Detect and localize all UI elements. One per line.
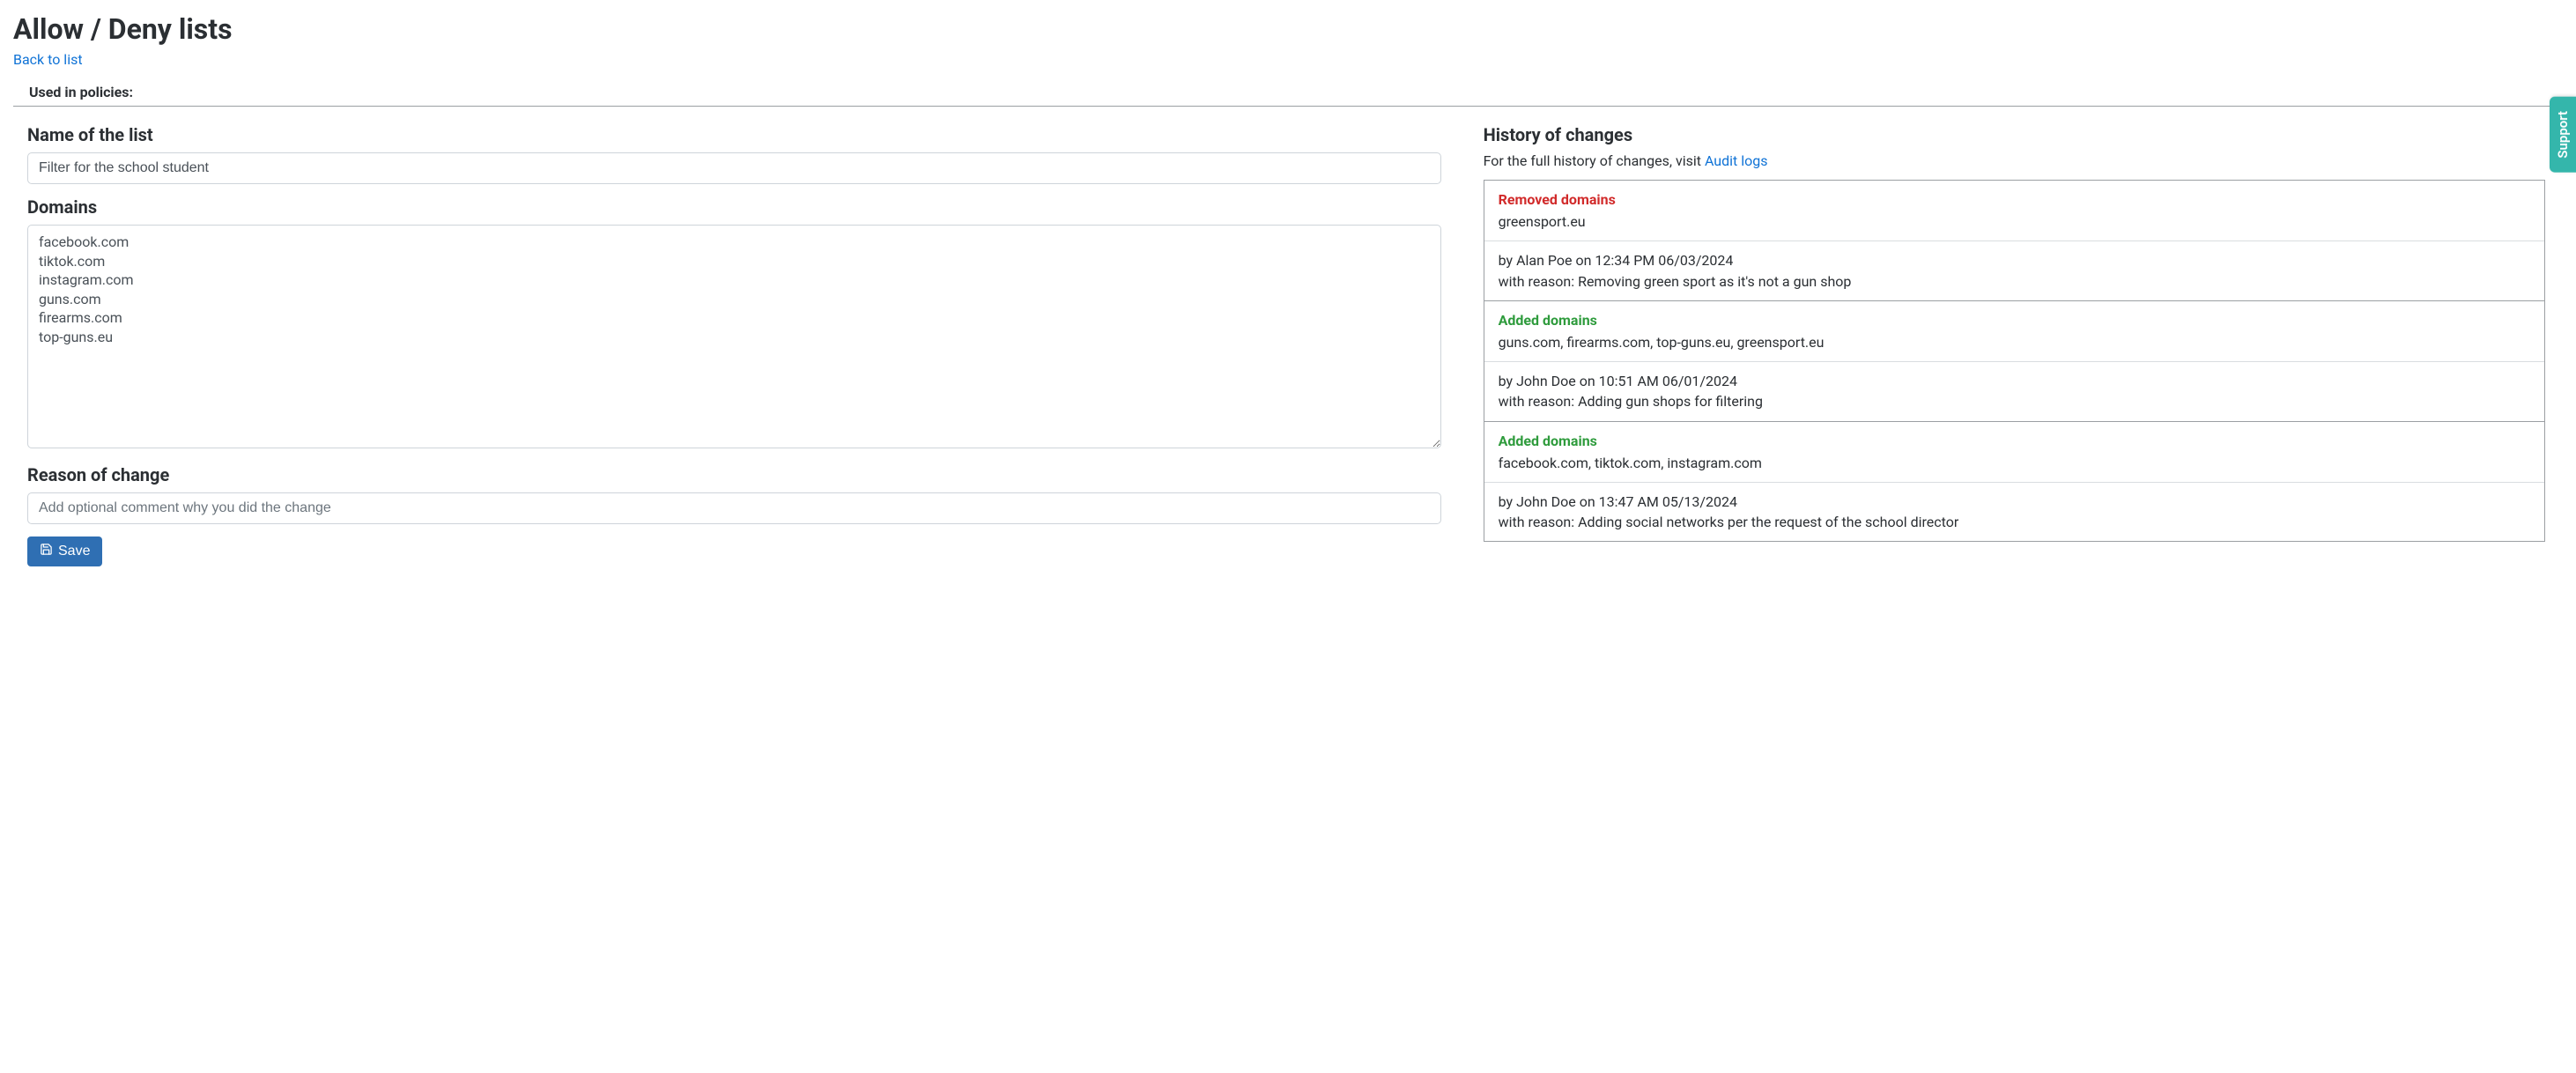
history-heading: History of changes — [1484, 124, 2545, 145]
history-kind-label: Removed domains — [1499, 189, 2530, 210]
history-domains: greensport.eu — [1499, 213, 1586, 230]
support-tab[interactable]: Support — [2550, 97, 2576, 173]
edit-form: Name of the list Domains facebook.com ti… — [13, 112, 1441, 566]
history-intro: For the full history of changes, visit A… — [1484, 152, 2545, 169]
history-byline: by Alan Poe on 12:34 PM 06/03/2024 — [1499, 250, 2530, 270]
back-to-list-link[interactable]: Back to list — [13, 51, 83, 68]
reason-input[interactable] — [27, 492, 1441, 524]
history-kind-label: Added domains — [1499, 431, 2530, 451]
used-in-policies-label: Used in policies: — [13, 80, 2563, 107]
history-item: Added domains facebook.com, tiktok.com, … — [1484, 422, 2544, 542]
history-reason: with reason: Adding gun shops for filter… — [1499, 391, 2530, 411]
history-byline: by John Doe on 13:47 AM 05/13/2024 — [1499, 492, 2530, 512]
domains-textarea[interactable]: facebook.com tiktok.com instagram.com gu… — [27, 225, 1441, 448]
history-list: Removed domains greensport.eu by Alan Po… — [1484, 180, 2545, 542]
history-reason: with reason: Adding social networks per … — [1499, 512, 2530, 532]
history-reason: with reason: Removing green sport as it'… — [1499, 271, 2530, 292]
history-domains: facebook.com, tiktok.com, instagram.com — [1499, 455, 1762, 471]
history-item: Removed domains greensport.eu by Alan Po… — [1484, 181, 2544, 301]
history-panel: History of changes For the full history … — [1484, 112, 2563, 566]
history-item: Added domains guns.com, firearms.com, to… — [1484, 301, 2544, 422]
domains-heading: Domains — [27, 196, 1441, 218]
history-intro-text: For the full history of changes, visit — [1484, 152, 1705, 169]
page-title: Allow / Deny lists — [13, 12, 2563, 46]
history-kind-label: Added domains — [1499, 310, 2530, 330]
history-byline: by John Doe on 10:51 AM 06/01/2024 — [1499, 371, 2530, 391]
save-button-label: Save — [58, 544, 90, 559]
name-heading: Name of the list — [27, 124, 1441, 145]
list-name-input[interactable] — [27, 152, 1441, 184]
save-button[interactable]: Save — [27, 536, 102, 566]
audit-logs-link[interactable]: Audit logs — [1705, 152, 1768, 169]
reason-heading: Reason of change — [27, 464, 1441, 485]
history-domains: guns.com, firearms.com, top-guns.eu, gre… — [1499, 334, 1825, 351]
save-icon — [40, 543, 53, 560]
